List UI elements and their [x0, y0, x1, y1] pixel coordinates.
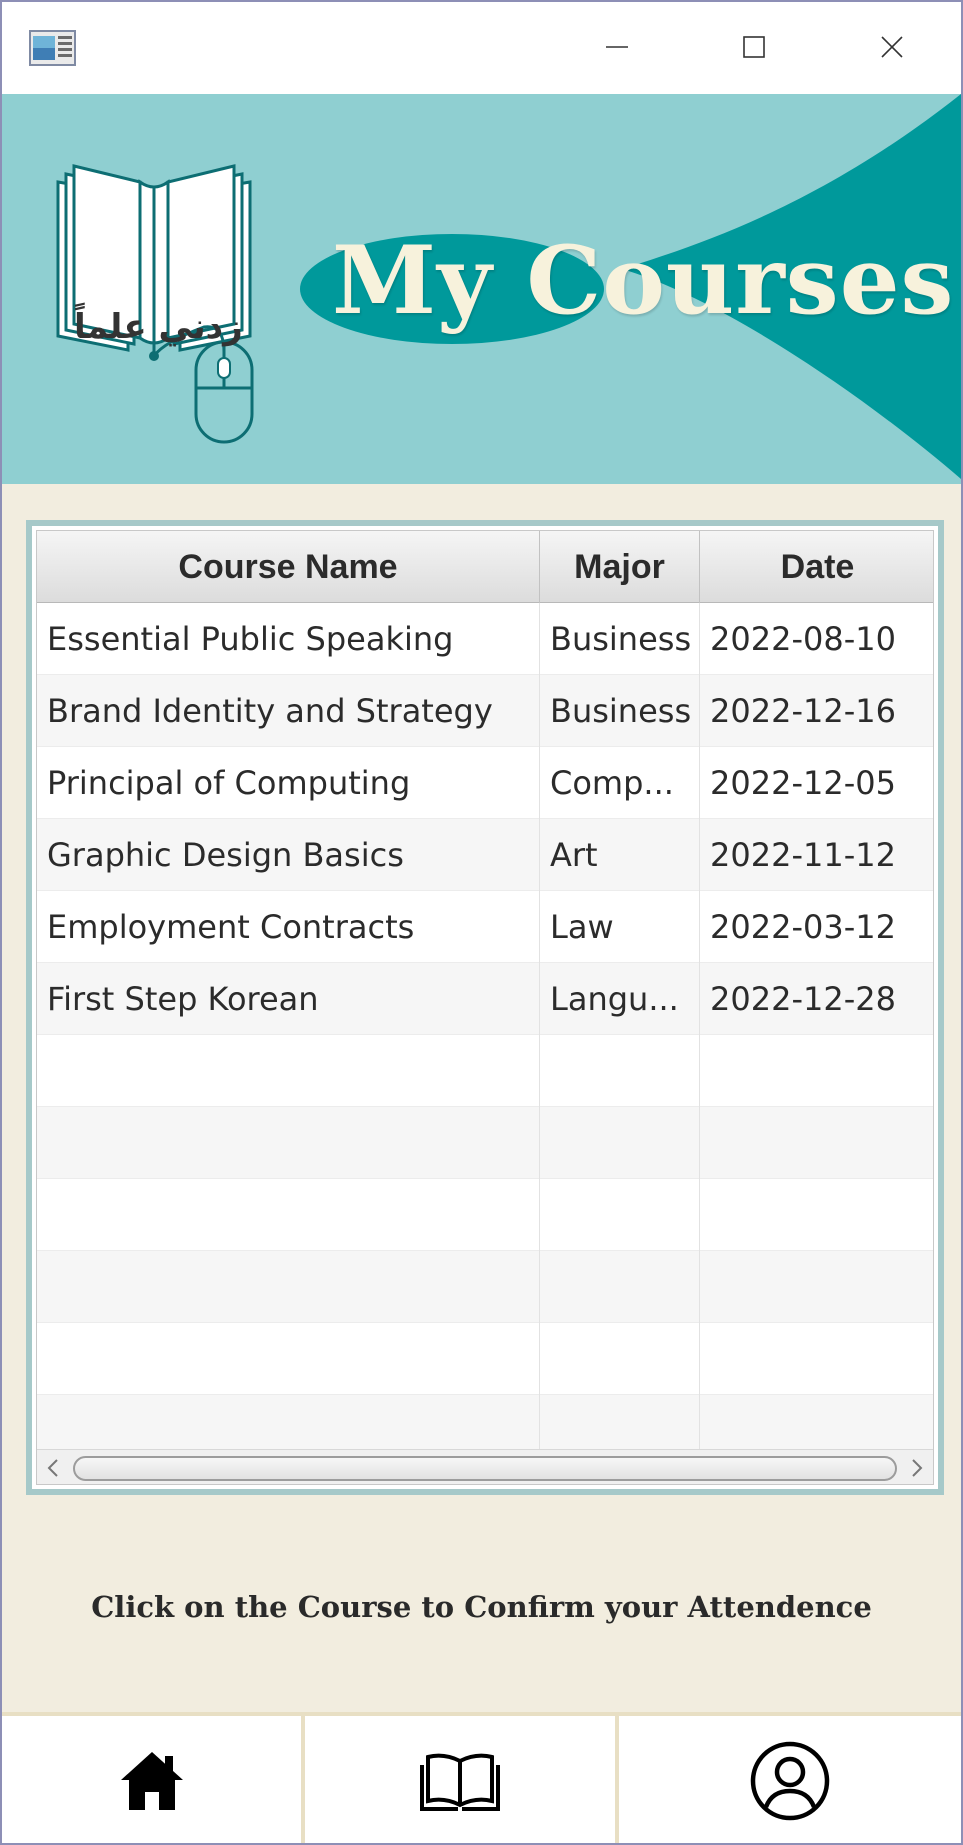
empty-cell: [540, 1107, 700, 1179]
empty-cell: [540, 1179, 700, 1251]
title-bar: [2, 2, 961, 94]
cell-date: 2022-12-28: [700, 963, 933, 1035]
empty-cell: [540, 1035, 700, 1107]
close-icon: [881, 36, 903, 58]
book-icon: [420, 1753, 500, 1811]
cell-date: 2022-08-10: [700, 603, 933, 675]
table-row[interactable]: Brand Identity and Strategy Business 202…: [37, 675, 933, 747]
app-icon: [29, 30, 76, 66]
table-row[interactable]: Employment Contracts Law 2022-03-12: [37, 891, 933, 963]
empty-table-row: [37, 1107, 933, 1179]
empty-cell: [700, 1035, 933, 1107]
minimize-button[interactable]: [587, 22, 647, 72]
courses-table[interactable]: Course Name Major Date Essential Public …: [36, 530, 934, 1485]
cell-date: 2022-12-05: [700, 747, 933, 819]
maximize-icon: [743, 36, 765, 58]
empty-table-row: [37, 1251, 933, 1323]
empty-cell: [540, 1251, 700, 1323]
page-title: My Courses: [332, 226, 955, 336]
empty-cell: [700, 1251, 933, 1323]
column-header-major[interactable]: Major: [540, 531, 700, 603]
empty-cell: [37, 1251, 540, 1323]
user-icon: [750, 1741, 830, 1820]
cell-major: Comp...: [540, 747, 700, 819]
cell-course-name: Essential Public Speaking: [37, 603, 540, 675]
header-banner: زدني علماً My Courses: [2, 94, 961, 484]
table-row[interactable]: Essential Public Speaking Business 2022-…: [37, 603, 933, 675]
cell-major: Art: [540, 819, 700, 891]
cell-course-name: First Step Korean: [37, 963, 540, 1035]
cell-major: Law: [540, 891, 700, 963]
nav-home-button[interactable]: [2, 1716, 305, 1843]
table-row[interactable]: Principal of Computing Comp... 2022-12-0…: [37, 747, 933, 819]
cell-course-name: Employment Contracts: [37, 891, 540, 963]
cell-course-name: Principal of Computing: [37, 747, 540, 819]
cell-course-name: Graphic Design Basics: [37, 819, 540, 891]
table-row[interactable]: Graphic Design Basics Art 2022-11-12: [37, 819, 933, 891]
table-body: Essential Public Speaking Business 2022-…: [37, 603, 933, 1467]
logo-text: زدني علماً: [74, 307, 243, 347]
horizontal-scrollbar[interactable]: [37, 1449, 933, 1484]
nav-courses-button[interactable]: [305, 1716, 619, 1843]
app-window: زدني علماً My Courses Course Name Major …: [0, 0, 963, 1845]
cell-major: Langu...: [540, 963, 700, 1035]
bottom-navigation: [2, 1712, 961, 1843]
cell-major: Business: [540, 675, 700, 747]
empty-cell: [37, 1323, 540, 1395]
empty-cell: [700, 1107, 933, 1179]
cell-major: Business: [540, 603, 700, 675]
empty-table-row: [37, 1035, 933, 1107]
empty-cell: [700, 1179, 933, 1251]
close-button[interactable]: [862, 22, 922, 72]
empty-table-row: [37, 1179, 933, 1251]
maximize-button[interactable]: [724, 22, 784, 72]
scrollbar-thumb[interactable]: [73, 1456, 897, 1481]
empty-table-row: [37, 1323, 933, 1395]
scroll-right-arrow-icon[interactable]: [905, 1456, 929, 1480]
cell-course-name: Brand Identity and Strategy: [37, 675, 540, 747]
minimize-icon: [606, 46, 628, 48]
cell-date: 2022-11-12: [700, 819, 933, 891]
empty-cell: [37, 1107, 540, 1179]
scroll-left-arrow-icon[interactable]: [41, 1456, 65, 1480]
home-icon: [120, 1751, 183, 1810]
column-header-course-name[interactable]: Course Name: [37, 531, 540, 603]
cell-date: 2022-03-12: [700, 891, 933, 963]
table-row[interactable]: First Step Korean Langu... 2022-12-28: [37, 963, 933, 1035]
courses-table-frame: Course Name Major Date Essential Public …: [26, 520, 944, 1495]
table-header: Course Name Major Date: [37, 531, 933, 603]
empty-cell: [37, 1179, 540, 1251]
empty-cell: [700, 1323, 933, 1395]
attendance-hint: Click on the Course to Confirm your Atte…: [91, 1590, 872, 1624]
empty-cell: [37, 1035, 540, 1107]
empty-cell: [540, 1323, 700, 1395]
column-header-date[interactable]: Date: [700, 531, 933, 603]
cell-date: 2022-12-16: [700, 675, 933, 747]
nav-profile-button[interactable]: [619, 1716, 961, 1843]
